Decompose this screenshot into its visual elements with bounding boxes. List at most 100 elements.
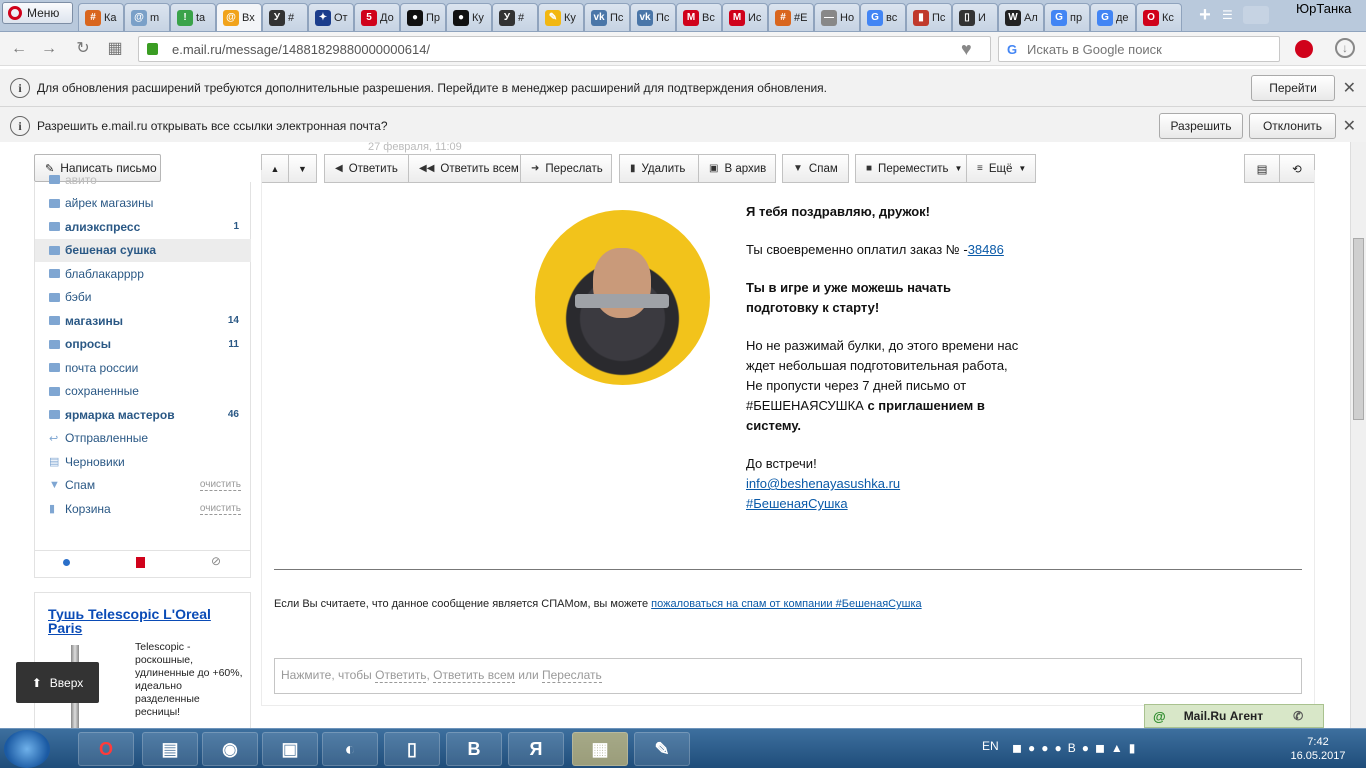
profile-name[interactable]: ЮрТанка: [1296, 1, 1351, 16]
folder-item[interactable]: опросы 11: [35, 333, 251, 356]
clock[interactable]: 7:42 16.05.2017: [1288, 735, 1348, 763]
browser-tab[interactable]: # #E: [768, 3, 814, 31]
browser-tab[interactable]: Gде: [1090, 3, 1136, 31]
folder-item[interactable]: бэби: [35, 286, 251, 309]
folder-item[interactable]: авито: [35, 168, 251, 191]
google-icon: G: [1007, 42, 1018, 57]
browser-tab[interactable]: ✎ Ку: [538, 3, 584, 31]
taskbar-app-button[interactable]: ▤: [142, 732, 198, 766]
address-text[interactable]: e.mail.ru/message/14881829880000000614/: [172, 42, 430, 57]
unread-filter-icon[interactable]: [63, 559, 70, 566]
folder-item[interactable]: бешеная сушка: [35, 238, 251, 262]
advertisement[interactable]: Тушь Telescopic L'Oreal Paris Telescopic…: [34, 592, 251, 728]
deny-button[interactable]: Отклонить: [1249, 113, 1336, 139]
speed-dial-icon[interactable]: ▦: [106, 40, 124, 58]
tab-label: #E: [794, 11, 808, 24]
folder-item[interactable]: ↩ Отправленные: [35, 427, 251, 450]
google-search-box[interactable]: G: [998, 36, 1280, 62]
browser-tab[interactable]: M Ис: [722, 3, 768, 31]
clear-folder-link[interactable]: очистить: [199, 479, 241, 491]
folder-item[interactable]: алиэкспресс 1: [35, 215, 251, 238]
taskbar-app-button[interactable]: ▣: [262, 732, 318, 766]
back-icon[interactable]: ←: [10, 40, 28, 58]
vertical-scrollbar[interactable]: [1350, 142, 1366, 728]
address-bar[interactable]: e.mail.ru/message/14881829880000000614/ …: [138, 36, 991, 62]
google-search-input[interactable]: [1027, 42, 1267, 57]
hashtag-link[interactable]: #БешенаяСушка: [746, 496, 848, 511]
taskbar-app-button[interactable]: B: [446, 732, 502, 766]
clear-folder-link[interactable]: очистить: [199, 503, 241, 515]
taskbar-app-button[interactable]: ◐: [322, 732, 378, 766]
browser-tab[interactable]: vk Пс: [584, 3, 630, 31]
flag-filter-icon[interactable]: [136, 557, 145, 568]
tab-favicon-icon: @: [223, 9, 239, 26]
language-indicator[interactable]: EN: [982, 739, 999, 753]
browser-tab[interactable]: Gпр: [1044, 3, 1090, 31]
taskbar-app-button[interactable]: Я: [508, 732, 564, 766]
folder-item[interactable]: айрек магазины: [35, 192, 251, 215]
browser-tab[interactable]: ! ta: [170, 3, 216, 31]
go-button[interactable]: Перейти: [1251, 75, 1335, 101]
browser-tab[interactable]: ● Пр: [400, 3, 446, 31]
quick-forward-link[interactable]: Переслать: [542, 668, 602, 683]
browser-tab[interactable]: 5 До: [354, 3, 400, 31]
browser-tab[interactable]: O Кс: [1136, 3, 1182, 31]
browser-tab[interactable]: @ m: [124, 3, 170, 31]
tray-icons[interactable]: ◼●●●B●◼▲▮: [1012, 741, 1141, 755]
folder-item[interactable]: ▼ Спам очистить: [35, 474, 251, 497]
browser-tab[interactable]: ▮ Пс: [906, 3, 952, 31]
browser-tab[interactable]: W Ал: [998, 3, 1044, 31]
close-icon[interactable]: ✕: [1343, 78, 1356, 98]
browser-tab[interactable]: ▯ И: [952, 3, 998, 31]
browser-tab[interactable]: — Но: [814, 3, 860, 31]
report-spam-link[interactable]: пожаловаться на спам от компании #Бешена…: [651, 598, 921, 610]
taskbar-app-button[interactable]: ◉: [202, 732, 258, 766]
browser-tab[interactable]: M Вс: [676, 3, 722, 31]
folder-item[interactable]: ▮ Корзина очистить: [35, 497, 251, 520]
taskbar-app-button[interactable]: ▯: [384, 732, 440, 766]
taskbar-app-button[interactable]: ✎: [634, 732, 690, 766]
taskbar-app-button[interactable]: ▦: [572, 732, 628, 766]
quick-reply-link[interactable]: Ответить: [375, 668, 427, 683]
email-link[interactable]: info@beshenayasushka.ru: [746, 476, 900, 491]
close-icon[interactable]: ✕: [1343, 116, 1356, 136]
browser-tab[interactable]: vk Пс: [630, 3, 676, 31]
browser-tab[interactable]: У #: [492, 3, 538, 31]
new-tab-button[interactable]: +: [1195, 5, 1215, 26]
download-icon[interactable]: ↓: [1335, 38, 1355, 58]
phone-icon[interactable]: ✆: [1293, 709, 1303, 723]
browser-tab[interactable]: @ Вх: [216, 3, 262, 31]
attachment-filter-icon[interactable]: ⊘: [211, 554, 221, 568]
quick-reply-all-link[interactable]: Ответить всем: [433, 668, 515, 683]
bookmark-heart-icon[interactable]: ♥: [961, 39, 972, 60]
forward-icon[interactable]: →: [40, 40, 58, 58]
browser-tab[interactable]: # Ка: [78, 3, 124, 31]
folder-item[interactable]: почта россии: [35, 356, 251, 379]
ad-title[interactable]: Тушь Telescopic L'Oreal Paris: [48, 607, 228, 635]
adblock-icon[interactable]: [1295, 40, 1313, 58]
reload-icon[interactable]: ↻: [74, 40, 92, 58]
folder-item[interactable]: сохраненные: [35, 380, 251, 403]
scroll-up-button[interactable]: ⬆ Вверх: [16, 662, 99, 703]
browser-tab[interactable]: ● Ку: [446, 3, 492, 31]
browser-tab[interactable]: У #: [262, 3, 308, 31]
folder-item[interactable]: ярмарка мастеров 46: [35, 403, 251, 426]
folder-item[interactable]: ▤ Черновики: [35, 450, 251, 473]
opera-menu-button[interactable]: Меню: [2, 2, 73, 24]
order-link[interactable]: 38486: [968, 242, 1004, 257]
mail-agent-widget[interactable]: @ Mail.Ru Агент ✆: [1144, 704, 1324, 728]
quick-reply-box[interactable]: Нажмите, чтобы Ответить, Ответить всем и…: [274, 658, 1302, 694]
taskbar-app-button[interactable]: O: [78, 732, 134, 766]
browser-tab[interactable]: ✦ От: [308, 3, 354, 31]
profile-icon[interactable]: [1243, 6, 1269, 24]
tab-menu-icon[interactable]: ☰: [1222, 8, 1238, 24]
allow-button[interactable]: Разрешить: [1159, 113, 1243, 139]
start-button[interactable]: [4, 730, 50, 768]
mail-content: 27 февраля, 11:09 ✎ Написать письмо авит…: [0, 142, 1350, 728]
tab-favicon-icon: ▮: [913, 9, 929, 26]
tab-favicon-icon: У: [499, 9, 515, 26]
browser-tab[interactable]: Gвс: [860, 3, 906, 31]
folder-item[interactable]: блаблакарррр: [35, 262, 251, 285]
folder-item[interactable]: магазины 14: [35, 309, 251, 332]
scrollbar-thumb[interactable]: [1353, 238, 1364, 420]
